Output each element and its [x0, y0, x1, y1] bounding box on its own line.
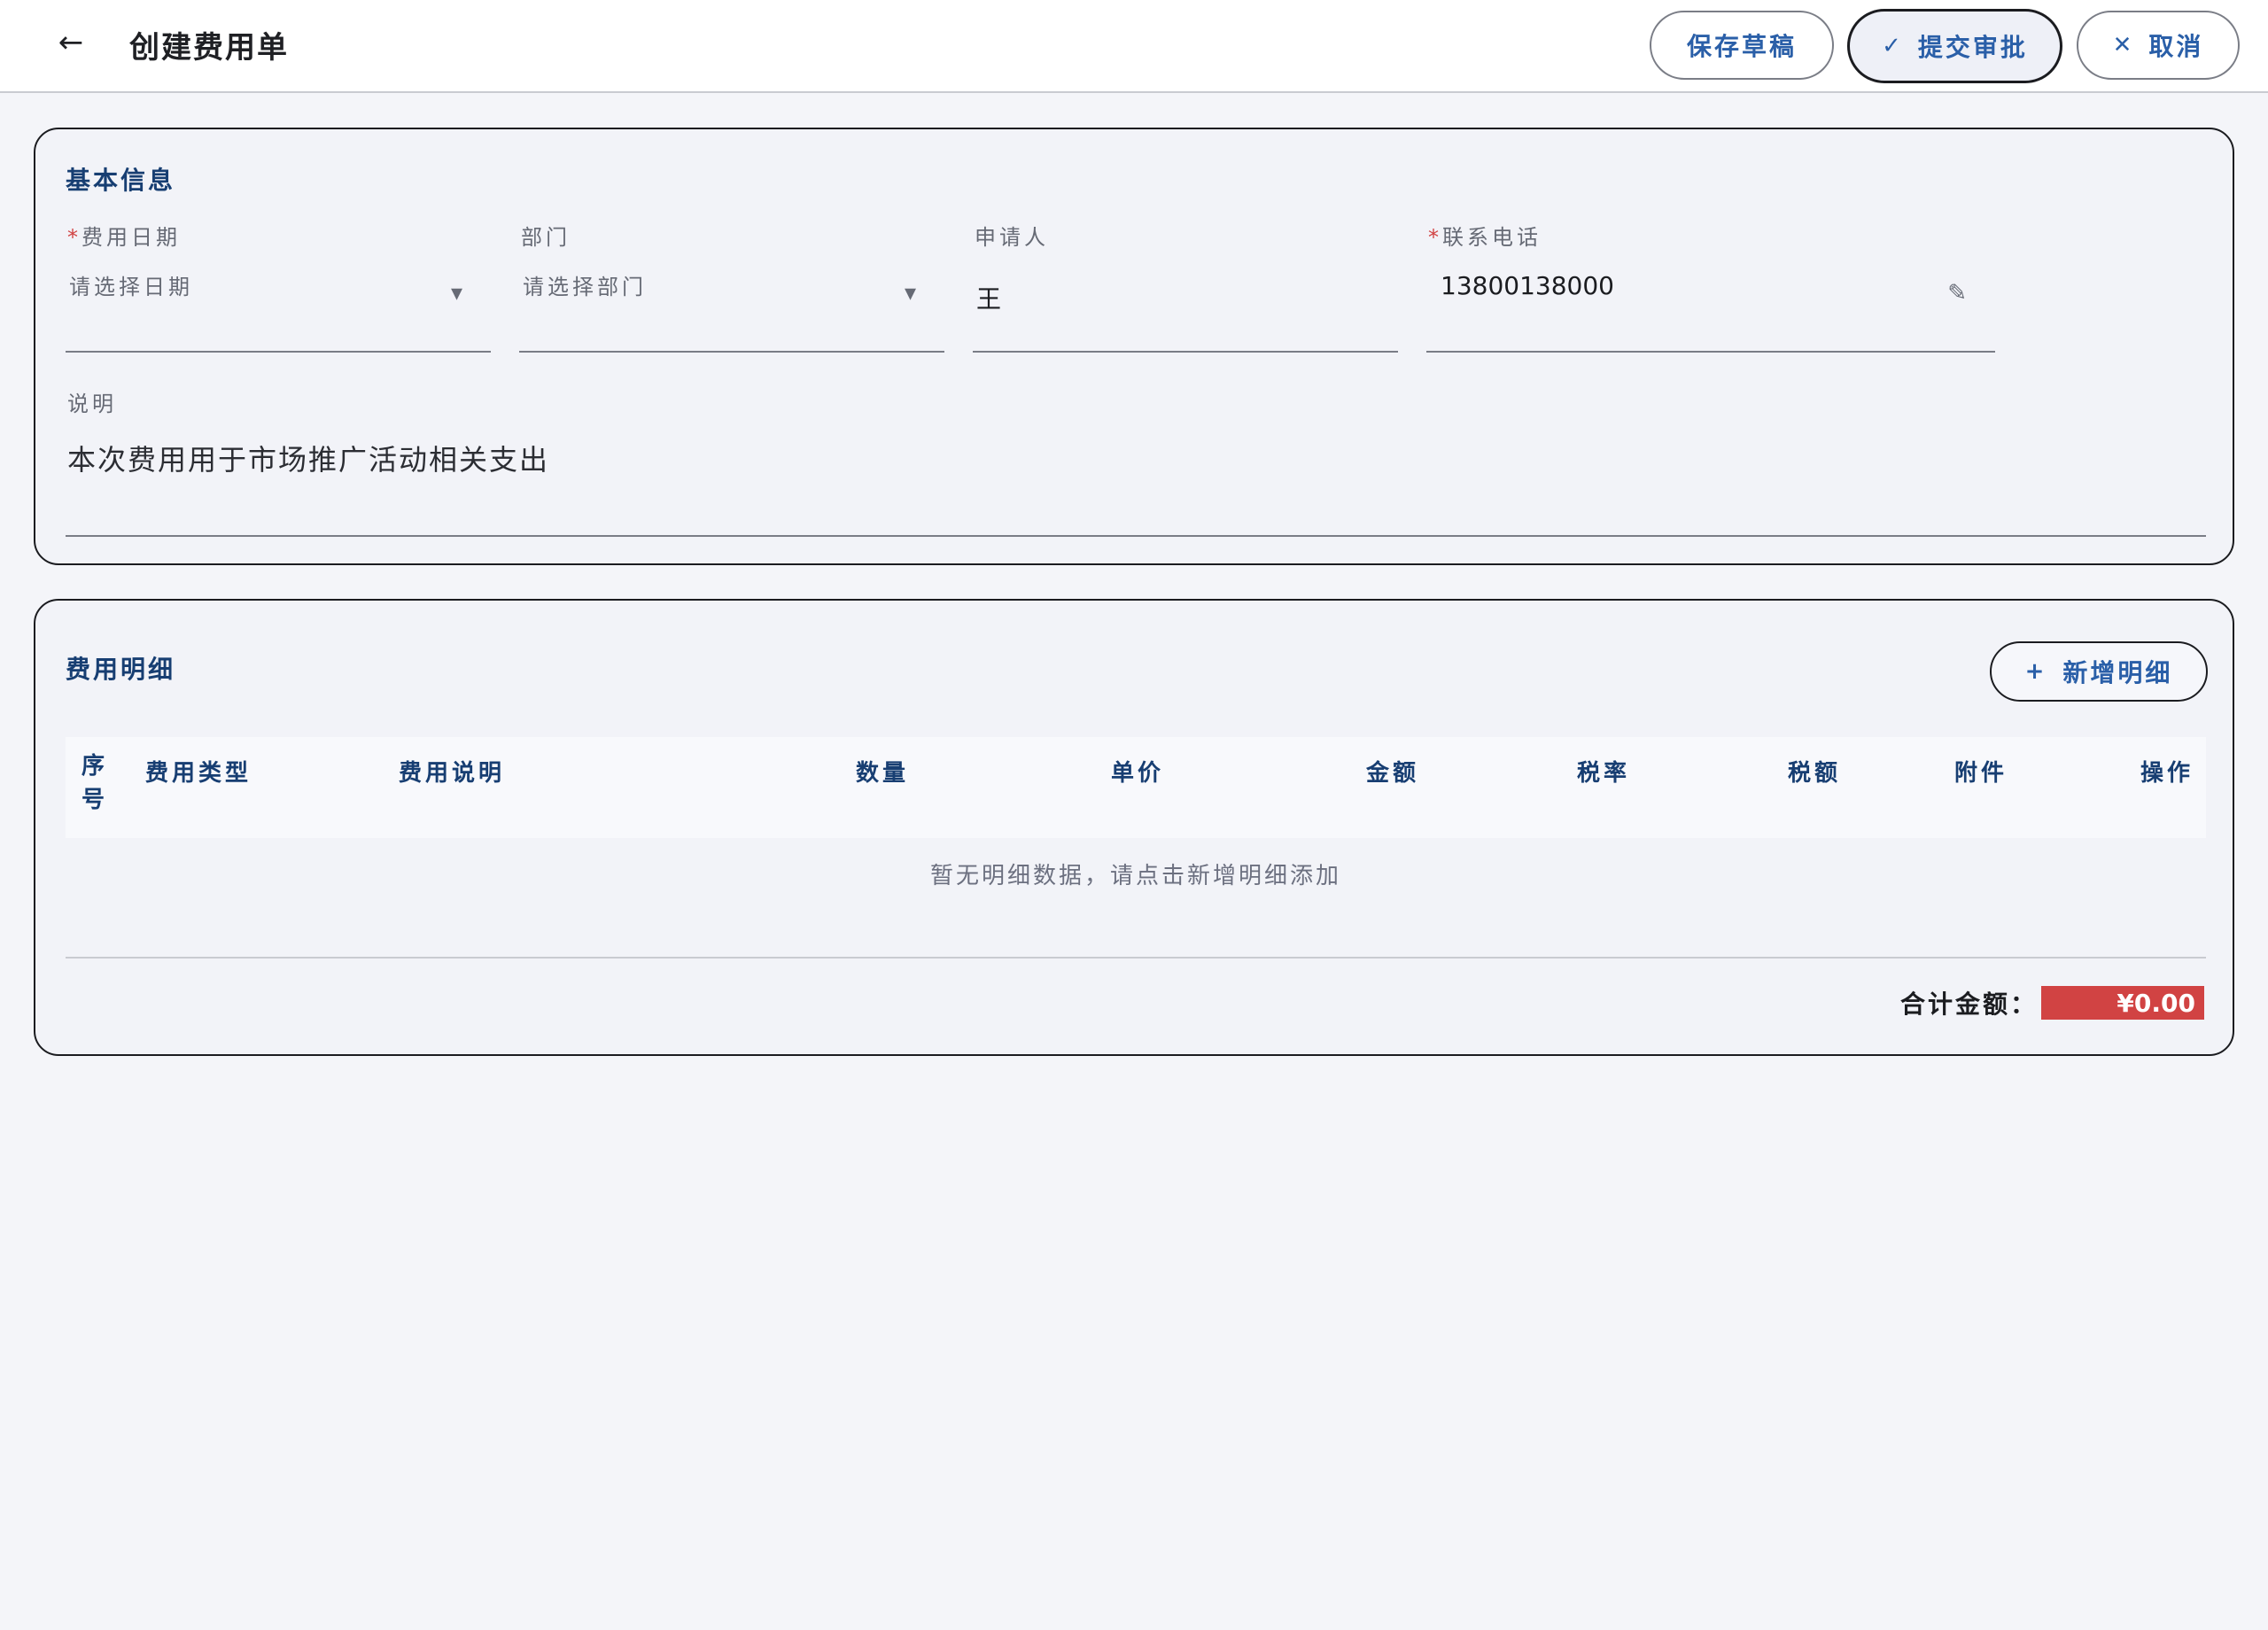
column-header-tax: 税额 — [1788, 760, 1842, 787]
field-underline — [519, 351, 944, 353]
department-field[interactable]: 部门 请选择部门 ▾ — [519, 220, 944, 353]
column-header-index: 序号 — [82, 753, 109, 813]
column-header-note: 费用说明 — [399, 760, 506, 787]
column-header-unit-price: 单价 — [1111, 760, 1165, 787]
check-icon: ✓ — [1882, 33, 1904, 59]
edit-icon[interactable]: ✎ — [1947, 282, 1967, 305]
applicant-value: 王 — [976, 284, 1002, 314]
submit-label: 提交审批 — [1917, 33, 2028, 62]
dropdown-arrow-icon[interactable]: ▾ — [451, 282, 462, 305]
add-detail-label: 新增明细 — [2062, 658, 2173, 687]
cancel-label: 取消 — [2148, 32, 2204, 61]
close-icon: ✕ — [2112, 32, 2135, 58]
column-header-action: 操作 — [2140, 760, 2194, 787]
department-label: 部门 — [521, 225, 571, 250]
top-bar: ← 创建费用单 保存草稿 ✓ 提交审批 ✕ 取消 — [0, 0, 2268, 93]
submit-button[interactable]: ✓ 提交审批 — [1847, 9, 2062, 83]
total-label: 合计金额： — [1899, 990, 2038, 1019]
description-input[interactable]: 本次费用用于市场推广活动相关支出 — [67, 438, 549, 478]
phone-field[interactable]: *联系电话 13800138000 ✎ — [1426, 220, 1995, 353]
basic-info-card: 基本信息 *费用日期 请选择日期 ▾ 部门 请选择部门 ▾ 申请人 王 *联系电… — [34, 128, 2234, 565]
phone-value: 13800138000 — [1441, 271, 1614, 300]
phone-label: *联系电话 — [1428, 225, 1542, 250]
column-header-type: 费用类型 — [145, 760, 252, 787]
back-arrow-icon[interactable]: ← — [55, 27, 87, 58]
table-divider — [66, 957, 2206, 959]
expense-date-label: *费用日期 — [67, 225, 181, 250]
details-title: 费用明细 — [66, 655, 176, 684]
department-placeholder: 请选择部门 — [523, 275, 647, 299]
table-header: 序号 费用类型 费用说明 数量 单价 金额 税率 税额 附件 操作 — [66, 737, 2206, 838]
description-label: 说明 — [67, 392, 117, 416]
field-underline — [1426, 351, 1995, 353]
total-amount: ¥0.00 — [2041, 986, 2204, 1020]
save-draft-button[interactable]: 保存草稿 — [1650, 11, 1834, 80]
field-underline — [66, 351, 491, 353]
expense-date-field[interactable]: *费用日期 请选择日期 ▾ — [66, 220, 491, 353]
details-card: 费用明细 + 新增明细 序号 费用类型 费用说明 数量 单价 金额 税率 税额 … — [34, 599, 2234, 1056]
total-row: 合计金额： ¥0.00 — [1900, 985, 2204, 1021]
page-title: 创建费用单 — [129, 30, 289, 66]
empty-table-message: 暂无明细数据，请点击新增明细添加 — [929, 863, 1341, 889]
column-header-amount: 金额 — [1366, 760, 1420, 787]
plus-icon: + — [2024, 658, 2047, 685]
column-header-tax-rate: 税率 — [1577, 760, 1631, 787]
applicant-label: 申请人 — [975, 225, 1049, 250]
applicant-field[interactable]: 申请人 王 — [973, 220, 1398, 353]
column-header-attachment: 附件 — [1954, 760, 2008, 787]
dropdown-arrow-icon[interactable]: ▾ — [905, 282, 916, 305]
add-detail-button[interactable]: + 新增明细 — [1990, 641, 2208, 702]
basic-info-title: 基本信息 — [66, 166, 176, 195]
column-header-quantity: 数量 — [856, 760, 910, 787]
field-underline — [973, 351, 1398, 353]
expense-date-placeholder: 请选择日期 — [69, 275, 193, 299]
description-underline — [66, 535, 2206, 537]
cancel-button[interactable]: ✕ 取消 — [2077, 11, 2240, 80]
save-draft-label: 保存草稿 — [1686, 32, 1797, 61]
